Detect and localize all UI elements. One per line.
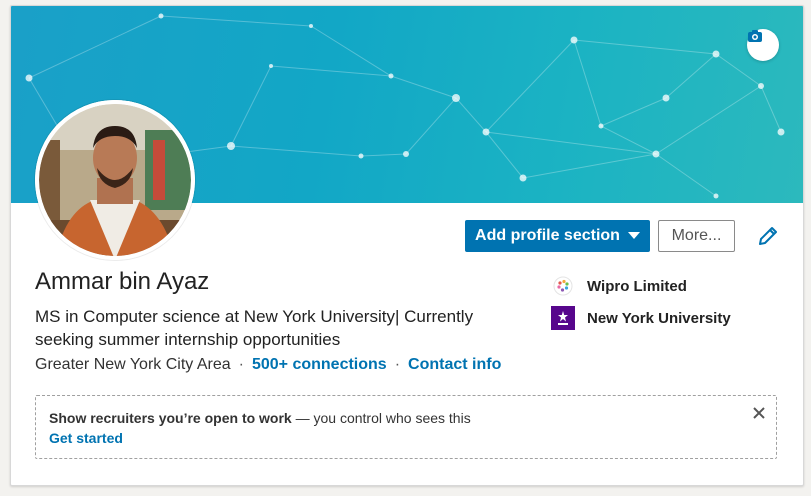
- sidebar-item-nyu[interactable]: New York University: [551, 306, 731, 330]
- add-profile-section-button[interactable]: Add profile section: [465, 220, 650, 252]
- profile-headline: MS in Computer science at New York Unive…: [35, 307, 474, 349]
- profile-photo[interactable]: [35, 100, 195, 260]
- separator-dot: ·: [238, 356, 244, 373]
- more-button[interactable]: More...: [658, 220, 735, 252]
- connections-link[interactable]: 500+ connections: [252, 356, 387, 374]
- wipro-logo-icon: [551, 274, 575, 298]
- profile-meta: Greater New York City Area · 500+ connec…: [35, 356, 501, 374]
- open-to-work-prompt: Show recruiters you’re open to work — yo…: [35, 395, 777, 459]
- open-to-work-title: Show recruiters you’re open to work: [49, 410, 292, 426]
- camera-icon: [748, 30, 762, 42]
- profile-card: Add profile section More... Ammar bin Ay…: [10, 5, 804, 486]
- sidebar-item-wipro[interactable]: Wipro Limited: [551, 274, 687, 298]
- profile-name: Ammar bin Ayaz: [35, 268, 210, 295]
- open-to-work-subtitle: — you control who sees this: [291, 410, 471, 426]
- profile-actions: Add profile section More...: [465, 220, 735, 252]
- dismiss-button[interactable]: [752, 406, 766, 420]
- add-profile-section-label: Add profile section: [475, 227, 620, 244]
- contact-info-link[interactable]: Contact info: [408, 356, 501, 374]
- sidebar-item-label: New York University: [587, 309, 731, 327]
- caret-down-icon: [627, 232, 640, 239]
- open-to-work-text: Show recruiters you’re open to work — yo…: [49, 410, 471, 426]
- close-icon: [753, 407, 765, 419]
- profile-location: Greater New York City Area: [35, 356, 231, 373]
- edit-banner-button[interactable]: [747, 29, 779, 61]
- pencil-icon: [759, 227, 777, 245]
- edit-intro-button[interactable]: [756, 224, 780, 248]
- nyu-logo-icon: [551, 306, 575, 330]
- avatar-image: [35, 100, 195, 260]
- get-started-link[interactable]: Get started: [49, 430, 123, 446]
- separator-dot: ·: [394, 356, 401, 373]
- sidebar-item-label: Wipro Limited: [587, 277, 687, 295]
